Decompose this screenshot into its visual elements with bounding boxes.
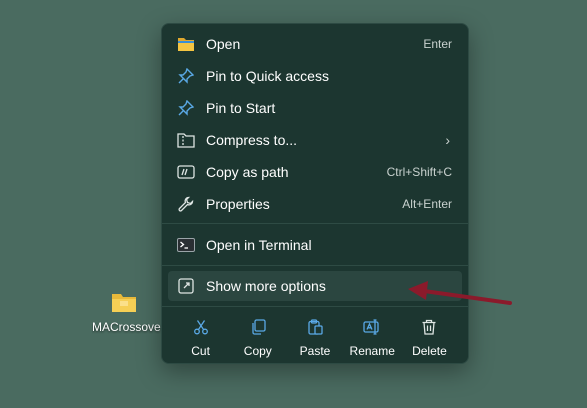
annotation-arrow: [408, 281, 512, 305]
